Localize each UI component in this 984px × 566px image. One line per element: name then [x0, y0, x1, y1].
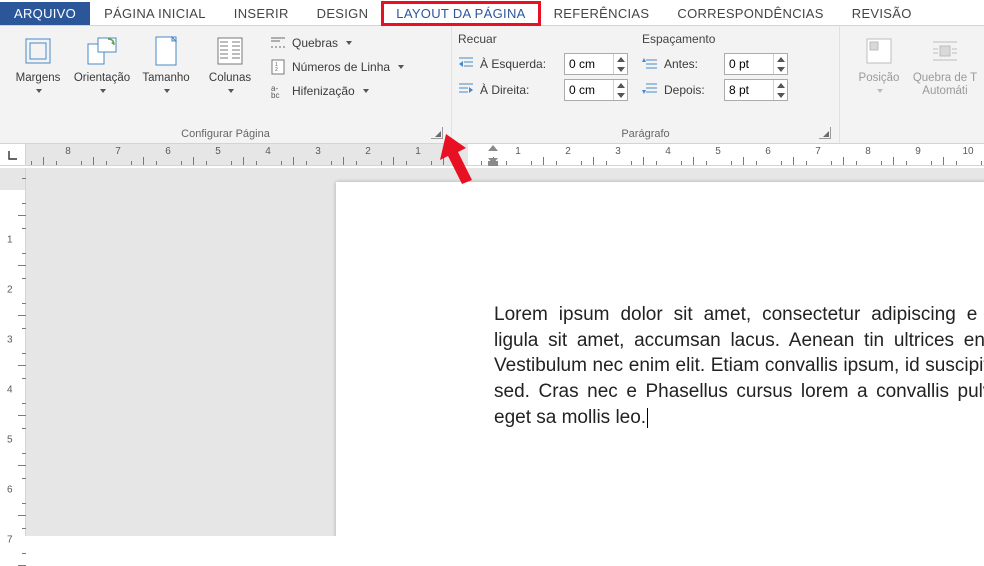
size-icon: [149, 34, 183, 68]
hyphenation-icon: a-bc: [270, 83, 286, 99]
wrap-text-label: Quebra de T Automáti: [913, 72, 977, 98]
hyphenation-button[interactable]: a-bc Hifenização: [266, 82, 408, 100]
space-after-input[interactable]: [725, 80, 773, 100]
spin-up[interactable]: [614, 80, 627, 90]
spin-down[interactable]: [614, 64, 627, 74]
indent-heading: Recuar: [458, 32, 628, 50]
tab-file[interactable]: ARQUIVO: [0, 2, 90, 25]
position-label: Posição: [859, 72, 900, 84]
breaks-label: Quebras: [292, 36, 338, 50]
caret-icon: [877, 89, 883, 93]
line-numbers-icon: 12: [270, 59, 286, 75]
svg-text:bc: bc: [271, 91, 279, 99]
horizontal-ruler[interactable]: 8765432112345678910: [26, 144, 984, 165]
wrap-text-button[interactable]: Quebra de T Automáti: [912, 30, 978, 98]
spin-up[interactable]: [614, 54, 627, 64]
caret-icon: [398, 65, 404, 69]
ribbon: Margens Orientação Tamanho Colunas: [0, 26, 984, 144]
orientation-label: Orientação: [74, 72, 130, 84]
spin-down[interactable]: [774, 64, 787, 74]
margins-icon: [21, 34, 55, 68]
hyphenation-label: Hifenização: [292, 84, 355, 98]
tab-references[interactable]: REFERÊNCIAS: [540, 2, 664, 25]
caret-icon: [36, 89, 42, 93]
indent-left-icon: [458, 56, 474, 73]
size-label: Tamanho: [142, 72, 189, 84]
group-paragraph-title: Parágrafo: [621, 128, 669, 140]
paragraph-launcher[interactable]: [819, 127, 831, 139]
indent-right-label: À Direita:: [480, 83, 558, 97]
spacing-heading: Espaçamento: [642, 32, 788, 50]
document-canvas: Lorem ipsum dolor sit amet, consectetur …: [26, 168, 984, 536]
space-before-input[interactable]: [725, 54, 773, 74]
columns-button[interactable]: Colunas: [198, 30, 262, 98]
line-numbers-label: Números de Linha: [292, 60, 390, 74]
space-before-spinner[interactable]: [724, 53, 788, 75]
space-after-spinner[interactable]: [724, 79, 788, 101]
columns-icon: [213, 34, 247, 68]
position-button[interactable]: Posição: [846, 30, 912, 98]
page-setup-launcher[interactable]: [431, 127, 443, 139]
body-text: Lorem ipsum dolor sit amet, consectetur …: [494, 304, 984, 428]
ribbon-tabs: ARQUIVO PÁGINA INICIAL INSERIR DESIGN LA…: [0, 0, 984, 26]
indent-left-input[interactable]: [565, 54, 613, 74]
text-cursor: [647, 408, 648, 428]
page[interactable]: Lorem ipsum dolor sit amet, consectetur …: [336, 182, 984, 536]
spin-down[interactable]: [614, 90, 627, 100]
group-page-setup: Margens Orientação Tamanho Colunas: [0, 26, 452, 143]
tab-design[interactable]: DESIGN: [303, 2, 383, 25]
columns-label: Colunas: [209, 72, 251, 84]
svg-text:2: 2: [275, 67, 278, 73]
tab-selector[interactable]: [0, 144, 26, 165]
position-icon: [862, 34, 896, 68]
indent-left-label: À Esquerda:: [480, 57, 558, 71]
spin-up[interactable]: [774, 54, 787, 64]
space-after-icon: [642, 82, 658, 99]
indent-right-icon: [458, 82, 474, 99]
caret-icon: [363, 89, 369, 93]
group-paragraph: Recuar À Esquerda:: [452, 26, 840, 143]
tab-stop-icon: [8, 150, 18, 160]
indent-left-spinner[interactable]: [564, 53, 628, 75]
breaks-button[interactable]: Quebras: [266, 34, 408, 52]
caret-icon: [164, 89, 170, 93]
indent-right-spinner[interactable]: [564, 79, 628, 101]
size-button[interactable]: Tamanho: [134, 30, 198, 98]
margins-label: Margens: [16, 72, 61, 84]
workspace: 1234567 Lorem ipsum dolor sit amet, cons…: [0, 168, 984, 536]
body-paragraph[interactable]: Lorem ipsum dolor sit amet, consectetur …: [494, 302, 984, 430]
line-numbers-button[interactable]: 12 Números de Linha: [266, 58, 408, 76]
space-before-icon: [642, 56, 658, 73]
tab-home[interactable]: PÁGINA INICIAL: [90, 2, 220, 25]
breaks-icon: [270, 35, 286, 51]
tab-insert[interactable]: INSERIR: [220, 2, 303, 25]
margins-button[interactable]: Margens: [6, 30, 70, 98]
ruler-row: 8765432112345678910: [0, 144, 984, 166]
wrap-text-icon: [928, 34, 962, 68]
tab-page-layout[interactable]: LAYOUT DA PÁGINA: [382, 2, 539, 25]
spin-down[interactable]: [774, 90, 787, 100]
orientation-icon: [85, 34, 119, 68]
tab-mailings[interactable]: CORRESPONDÊNCIAS: [663, 2, 837, 25]
orientation-button[interactable]: Orientação: [70, 30, 134, 98]
caret-icon: [346, 41, 352, 45]
space-after-label: Depois:: [664, 83, 718, 97]
group-arrange: Posição Quebra de T Automáti: [840, 26, 984, 143]
spin-up[interactable]: [774, 80, 787, 90]
indent-right-input[interactable]: [565, 80, 613, 100]
group-page-setup-title: Configurar Página: [181, 128, 270, 140]
caret-icon: [100, 89, 106, 93]
tab-review[interactable]: REVISÃO: [838, 2, 926, 25]
space-before-label: Antes:: [664, 57, 718, 71]
vertical-ruler[interactable]: 1234567: [0, 168, 26, 536]
caret-icon: [228, 89, 234, 93]
